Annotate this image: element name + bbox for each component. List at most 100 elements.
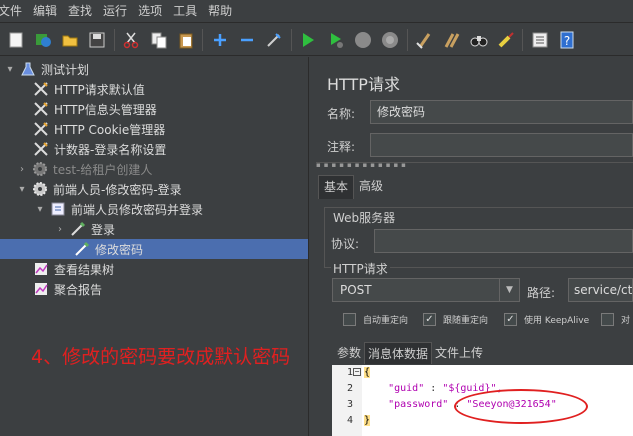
comment-label: 注释: bbox=[327, 140, 356, 154]
expand-arrow-icon[interactable]: › bbox=[16, 164, 28, 175]
menu-search[interactable]: 查找 bbox=[64, 0, 99, 23]
collapse-arrow-icon[interactable]: ▾ bbox=[16, 184, 28, 195]
close-brace: } bbox=[364, 415, 371, 426]
clear-all-icon[interactable] bbox=[440, 29, 462, 51]
checkbox-box[interactable] bbox=[343, 313, 356, 326]
checkbox-label: 对 bbox=[621, 316, 631, 326]
test-plan-tree: ▾ 测试计划 HTTP请求默认值 HTTP信息头管理器 HTTP Cookie管… bbox=[0, 57, 309, 436]
clear-icon[interactable] bbox=[413, 29, 435, 51]
checkbox-label: 使用 KeepAlive bbox=[524, 316, 590, 326]
copy-icon[interactable] bbox=[148, 29, 170, 51]
new-icon[interactable] bbox=[5, 29, 27, 51]
path-label: 路径: bbox=[527, 286, 556, 300]
checkbox-box[interactable]: ✓ bbox=[423, 313, 436, 326]
tree-node-transaction-controller[interactable]: ▾ 前端人员修改密码并登录 bbox=[34, 199, 203, 219]
collapse-arrow-icon[interactable]: ▾ bbox=[4, 64, 16, 75]
tree-node-label: 修改密码 bbox=[95, 242, 144, 257]
method-select[interactable]: POST ▼ bbox=[332, 278, 520, 302]
checkbox-auto-redirect[interactable]: 自动重定向 bbox=[343, 313, 408, 326]
tab-file-upload[interactable]: 文件上传 bbox=[432, 342, 486, 364]
tree-node-thread-group[interactable]: ▾ 前端人员-修改密码-登录 bbox=[16, 179, 182, 199]
sub-tabs: 参数 消息体数据 文件上传 bbox=[334, 342, 486, 364]
protocol-field[interactable] bbox=[374, 229, 633, 253]
tree-node-change-password[interactable]: 修改密码 bbox=[0, 239, 308, 259]
menu-help[interactable]: 帮助 bbox=[204, 0, 239, 23]
tree-node-header-manager[interactable]: HTTP信息头管理器 bbox=[32, 99, 157, 119]
chart-icon bbox=[32, 280, 50, 298]
menu-tools[interactable]: 工具 bbox=[169, 0, 204, 23]
checkbox-label: 自动重定向 bbox=[363, 316, 409, 326]
shutdown-icon[interactable] bbox=[379, 29, 401, 51]
line-number: 2 bbox=[346, 383, 353, 394]
tree-node-thread-group-disabled[interactable]: › test-给租户创建人 bbox=[16, 159, 152, 179]
tree-node-http-defaults[interactable]: HTTP请求默认值 bbox=[32, 79, 145, 99]
controller-icon bbox=[49, 200, 67, 218]
reset-search-icon[interactable] bbox=[495, 29, 517, 51]
tree-node-counter[interactable]: 计数器-登录名称设置 bbox=[32, 139, 166, 159]
search-icon[interactable] bbox=[468, 29, 490, 51]
start-no-pause-icon[interactable] bbox=[325, 29, 347, 51]
checkbox-follow-redirect[interactable]: ✓ 跟随重定向 bbox=[423, 313, 488, 326]
menu-options[interactable]: 选项 bbox=[134, 0, 169, 23]
collapse-icon[interactable] bbox=[236, 29, 258, 51]
help-icon[interactable]: ? bbox=[556, 29, 578, 51]
cut-icon[interactable] bbox=[120, 29, 142, 51]
line-number-gutter: 1 2 3 4 − bbox=[332, 365, 362, 436]
name-field[interactable]: 修改密码 bbox=[370, 100, 633, 124]
checkbox-box[interactable] bbox=[601, 313, 614, 326]
checkbox-box[interactable]: ✓ bbox=[504, 313, 517, 326]
open-icon[interactable] bbox=[59, 29, 81, 51]
svg-text:?: ? bbox=[564, 34, 570, 48]
paste-icon[interactable] bbox=[175, 29, 197, 51]
wrench-icon bbox=[32, 140, 50, 158]
open-brace: { bbox=[364, 367, 371, 378]
menu-bar: 文件 编辑 查找 运行 选项 工具 帮助 bbox=[0, 0, 633, 23]
save-icon[interactable] bbox=[86, 29, 108, 51]
checkbox-label: 跟随重定向 bbox=[443, 316, 489, 326]
menu-file[interactable]: 文件 bbox=[0, 0, 29, 23]
splitter-grip: ▪▪▪▪▪▪▪▪▪▪▪▪ bbox=[316, 161, 409, 169]
tab-advanced[interactable]: 高级 bbox=[354, 175, 388, 199]
path-field[interactable]: service/ctp bbox=[568, 278, 633, 302]
templates-icon[interactable] bbox=[32, 29, 54, 51]
toolbar-separator bbox=[202, 28, 204, 51]
stop-icon[interactable] bbox=[352, 29, 374, 51]
tab-body-data[interactable]: 消息体数据 bbox=[364, 342, 433, 364]
tree-node-label: HTTP信息头管理器 bbox=[54, 102, 157, 117]
wrench-icon bbox=[32, 100, 50, 118]
tree-node-label: 查看结果树 bbox=[54, 262, 115, 277]
start-icon[interactable] bbox=[297, 29, 319, 51]
tree-node-label: HTTP Cookie管理器 bbox=[54, 122, 166, 137]
json-key-password: "password" bbox=[388, 399, 449, 410]
checkbox-multipart[interactable]: 对 bbox=[601, 313, 630, 326]
tab-basic[interactable]: 基本 bbox=[318, 175, 355, 199]
tab-parameters[interactable]: 参数 bbox=[334, 342, 364, 364]
gear-icon bbox=[31, 180, 49, 198]
toolbar-separator bbox=[290, 28, 292, 51]
menu-edit[interactable]: 编辑 bbox=[29, 0, 64, 23]
fold-toggle-icon[interactable]: − bbox=[353, 368, 361, 376]
tree-node-cookie-manager[interactable]: HTTP Cookie管理器 bbox=[32, 119, 165, 139]
splitter[interactable]: ▪▪▪▪▪▪▪▪▪▪▪▪ bbox=[316, 161, 633, 169]
toggle-icon[interactable] bbox=[263, 29, 285, 51]
tree-node-label: 前端人员修改密码并登录 bbox=[71, 202, 204, 217]
tree-node-login[interactable]: › 登录 bbox=[54, 219, 115, 239]
chart-icon bbox=[32, 260, 50, 278]
menu-run[interactable]: 运行 bbox=[99, 0, 134, 23]
pipette-icon bbox=[73, 240, 91, 258]
wrench-icon bbox=[32, 80, 50, 98]
expand-icon[interactable] bbox=[209, 29, 231, 51]
checkbox-keepalive[interactable]: ✓ 使用 KeepAlive bbox=[504, 313, 589, 326]
comment-field[interactable] bbox=[370, 133, 633, 157]
main-tabs: 基本 高级 bbox=[318, 175, 388, 199]
function-helper-icon[interactable] bbox=[529, 29, 551, 51]
collapse-arrow-icon[interactable]: ▾ bbox=[34, 204, 46, 215]
expand-arrow-icon[interactable]: › bbox=[54, 224, 66, 235]
gear-icon bbox=[31, 160, 49, 178]
tree-node-results-tree[interactable]: 查看结果树 bbox=[32, 259, 114, 279]
tree-node-label: 计数器-登录名称设置 bbox=[54, 142, 167, 157]
tree-node-aggregate-report[interactable]: 聚合报告 bbox=[32, 279, 102, 299]
flask-icon bbox=[19, 60, 37, 78]
chevron-down-icon[interactable]: ▼ bbox=[499, 279, 519, 301]
tree-node-test-plan[interactable]: ▾ 测试计划 bbox=[4, 59, 89, 79]
